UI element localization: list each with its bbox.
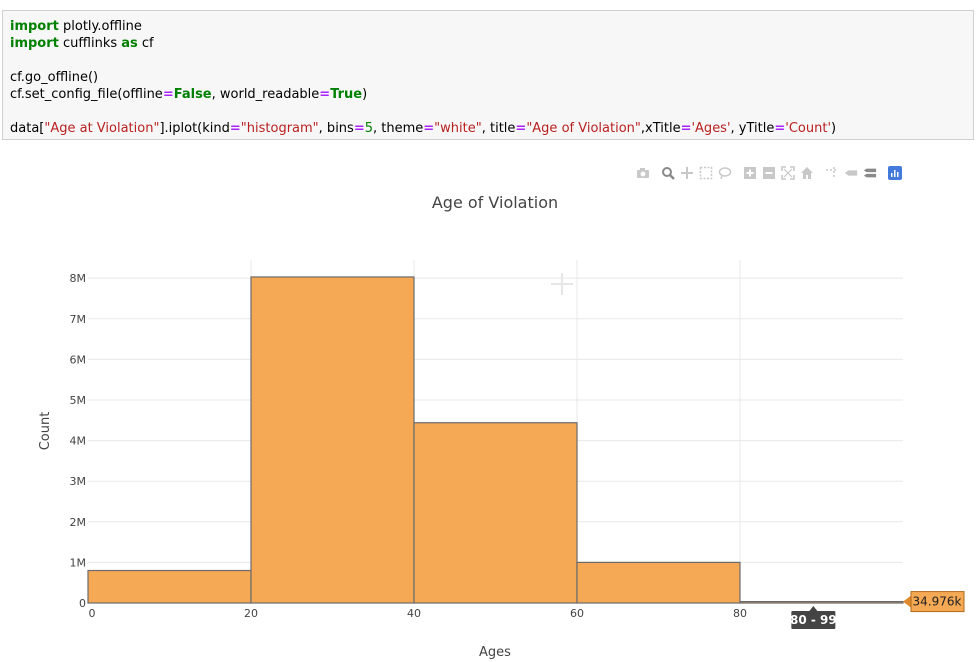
operator: = [162, 87, 174, 102]
string-literal: 'Ages' [691, 121, 731, 136]
zoom-in-icon[interactable] [743, 166, 757, 180]
y-tick-label: 4M [70, 435, 87, 448]
code-text: , theme [373, 121, 424, 136]
code-text: cufflinks [58, 36, 122, 51]
plotly-logo-icon[interactable] [888, 166, 902, 180]
operator: = [319, 87, 331, 102]
string-literal: "histogram" [240, 121, 319, 136]
histogram-bar [87, 569, 252, 604]
code-text: plotly.offline [58, 19, 142, 34]
y-tick-label: 3M [70, 475, 87, 488]
pan-icon[interactable] [680, 166, 694, 180]
y-tick-label: 2M [70, 516, 87, 529]
x-tick-label: 60 [570, 607, 584, 620]
home-icon[interactable] [800, 166, 814, 180]
code-line-4: cf.set_config_file(offline=False, world_… [10, 87, 367, 103]
string-literal: "Age of Violation" [526, 121, 641, 136]
spike-lines-icon[interactable] [825, 166, 839, 180]
y-tick-label: 5M [70, 394, 87, 407]
x-tick-label: 0 [89, 607, 96, 620]
zoom-icon[interactable] [661, 166, 675, 180]
value-hover-pointer [903, 595, 911, 608]
operator: = [423, 121, 435, 136]
code-text: , title [481, 121, 516, 136]
histogram-bar [576, 561, 741, 604]
code-line-3: cf.go_offline() [10, 70, 99, 85]
code-line-1: import plotly.offline [10, 19, 142, 35]
keyword: True [330, 87, 363, 102]
code-text: cf.set_config_file(offline [10, 87, 163, 102]
code-text: ) [831, 121, 837, 136]
keyword: as [121, 36, 138, 51]
y-tick-label: 0 [79, 597, 86, 610]
box-select-icon[interactable] [699, 166, 713, 180]
keyword: import [10, 36, 59, 51]
camera-icon[interactable] [636, 166, 650, 180]
code-text: ,xTitle [640, 121, 681, 136]
string-literal: "white" [434, 121, 482, 136]
x-hover-label: 80 - 99 [790, 613, 837, 627]
y-tick-label: 1M [70, 556, 87, 569]
chart-title: Age of Violation [432, 193, 558, 212]
hover-compare-icon[interactable] [863, 166, 877, 180]
y-tick-label: 6M [70, 353, 87, 366]
x-tick-label: 80 [733, 607, 747, 620]
code-text: , world_readable [211, 87, 320, 102]
operator: = [353, 121, 365, 136]
code-cell[interactable]: import plotly.offline import cufflinks a… [2, 10, 974, 140]
x-hover-pointer [809, 606, 818, 611]
operator: = [515, 121, 527, 136]
x-tick-label: 40 [407, 607, 421, 620]
operator: = [229, 121, 241, 136]
string-literal: 'Count' [785, 121, 832, 136]
hover-closest-icon[interactable] [844, 166, 858, 180]
code-text: , bins [318, 121, 354, 136]
operator: = [774, 121, 786, 136]
zoom-out-icon[interactable] [762, 166, 776, 180]
value-hover-label: 34.976k [913, 595, 962, 609]
x-tick-label: 20 [244, 607, 258, 620]
bars-layer [87, 276, 904, 604]
code-text: cf [137, 36, 154, 51]
y-tick-label: 8M [70, 272, 87, 285]
number-literal: 5 [364, 121, 373, 136]
histogram-chart[interactable]: Age of Violation 0 1M 2M 3M 4M 5M 6M 7M 8M 0 20 40 6… [0, 180, 978, 662]
autoscale-icon[interactable] [781, 166, 795, 180]
code-text: data[ [10, 121, 45, 136]
string-literal: "Age at Violation" [44, 121, 160, 136]
operator: = [680, 121, 692, 136]
code-text: ) [362, 87, 368, 102]
lasso-icon[interactable] [718, 166, 732, 180]
histogram-bar [413, 422, 578, 604]
histogram-bar [250, 276, 415, 604]
keyword: False [173, 87, 212, 102]
code-line-2: import cufflinks as cf [10, 36, 154, 52]
y-tick-label: 7M [70, 313, 87, 326]
code-text: , yTitle [730, 121, 775, 136]
code-line-5: data["Age at Violation"].iplot(kind="his… [10, 121, 836, 137]
code-text: ].iplot(kind [159, 121, 230, 136]
y-axis-title: Count [38, 412, 53, 451]
keyword: import [10, 19, 59, 34]
x-axis-title: Ages [479, 645, 511, 660]
